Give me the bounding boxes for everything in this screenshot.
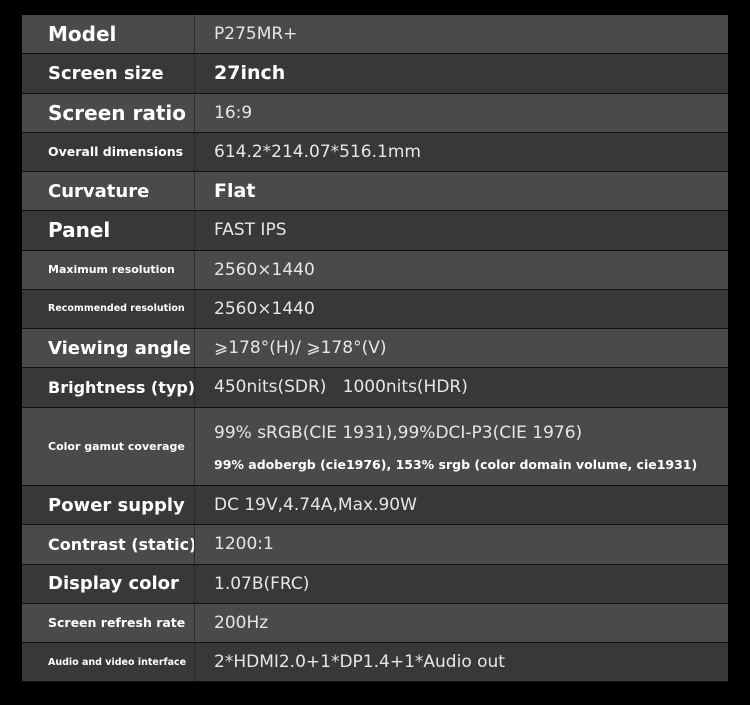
spec-row-display-color: Display color 1.07B(FRC) — [22, 564, 728, 604]
spec-row-power-supply: Power supply DC 19V,4.74A,Max.90W — [22, 486, 728, 526]
spec-value: FAST IPS — [214, 220, 287, 241]
spec-row-brightness: Brightness (typ) 450nits(SDR) 1000nits(H… — [22, 368, 728, 408]
spec-value: 99% sRGB(CIE 1931),99%DCI-P3(CIE 1976) — [214, 422, 583, 443]
spec-label: Panel — [48, 218, 111, 243]
spec-value: 27inch — [214, 62, 286, 85]
spec-value: 2*HDMI2.0+1*DP1.4+1*Audio out — [214, 652, 505, 673]
spec-label: Maximum resolution — [48, 263, 175, 277]
spec-value: 16:9 — [214, 102, 253, 123]
spec-row-maximum-resolution: Maximum resolution 2560×1440 — [22, 250, 728, 290]
spec-value: DC 19V,4.74A,Max.90W — [214, 495, 417, 516]
spec-label: Audio and video interface — [48, 656, 187, 668]
spec-label: Screen refresh rate — [48, 615, 186, 631]
spec-row-refresh-rate: Screen refresh rate 200Hz — [22, 603, 728, 643]
spec-value: 614.2*214.07*516.1mm — [214, 141, 421, 162]
spec-value: Flat — [214, 180, 256, 203]
spec-label: Contrast (static) — [48, 534, 197, 554]
spec-label: Model — [48, 22, 117, 47]
spec-row-panel: Panel FAST IPS — [22, 211, 728, 251]
spec-label: Screen ratio — [48, 100, 186, 125]
spec-label: Recommended resolution — [48, 303, 185, 315]
spec-row-viewing-angle: Viewing angle ⩾178°(H)/ ⩾178°(V) — [22, 329, 728, 369]
spec-row-model: Model P275MR+ — [22, 15, 728, 55]
spec-label: Brightness (typ) — [48, 377, 196, 397]
spec-label: Display color — [48, 573, 179, 595]
spec-label: Power supply — [48, 494, 185, 516]
spec-row-contrast: Contrast (static) 1200:1 — [22, 525, 728, 565]
spec-value: 2560×1440 — [214, 298, 315, 319]
spec-value: 450nits(SDR) 1000nits(HDR) — [214, 377, 468, 398]
spec-value: P275MR+ — [214, 24, 298, 45]
spec-value: ⩾178°(H)/ ⩾178°(V) — [214, 338, 387, 359]
spec-row-color-gamut: Color gamut coverage 99% sRGB(CIE 1931),… — [22, 407, 728, 486]
spec-row-screen-ratio: Screen ratio 16:9 — [22, 93, 728, 133]
spec-value: 1.07B(FRC) — [214, 573, 310, 594]
spec-value: 2560×1440 — [214, 259, 315, 280]
spec-label: Viewing angle — [48, 337, 191, 359]
spec-row-interfaces: Audio and video interface 2*HDMI2.0+1*DP… — [22, 643, 728, 683]
spec-label: Curvature — [48, 180, 150, 202]
spec-row-curvature: Curvature Flat — [22, 172, 728, 212]
spec-value: 1200:1 — [214, 534, 274, 555]
spec-value-secondary: 99% adobergb (cie1976), 153% srgb (color… — [214, 456, 698, 472]
spec-table: Model P275MR+ Screen size 27inch Screen … — [22, 15, 728, 683]
spec-label: Color gamut coverage — [48, 439, 185, 453]
spec-value-group: 99% sRGB(CIE 1931),99%DCI-P3(CIE 1976) 9… — [195, 408, 728, 486]
spec-row-screen-size: Screen size 27inch — [22, 54, 728, 94]
spec-label: Overall dimensions — [48, 144, 184, 160]
spec-label: Screen size — [48, 62, 164, 84]
spec-value: 200Hz — [214, 612, 269, 633]
spec-row-recommended-resolution: Recommended resolution 2560×1440 — [22, 289, 728, 329]
spec-row-overall-dimensions: Overall dimensions 614.2*214.07*516.1mm — [22, 132, 728, 172]
